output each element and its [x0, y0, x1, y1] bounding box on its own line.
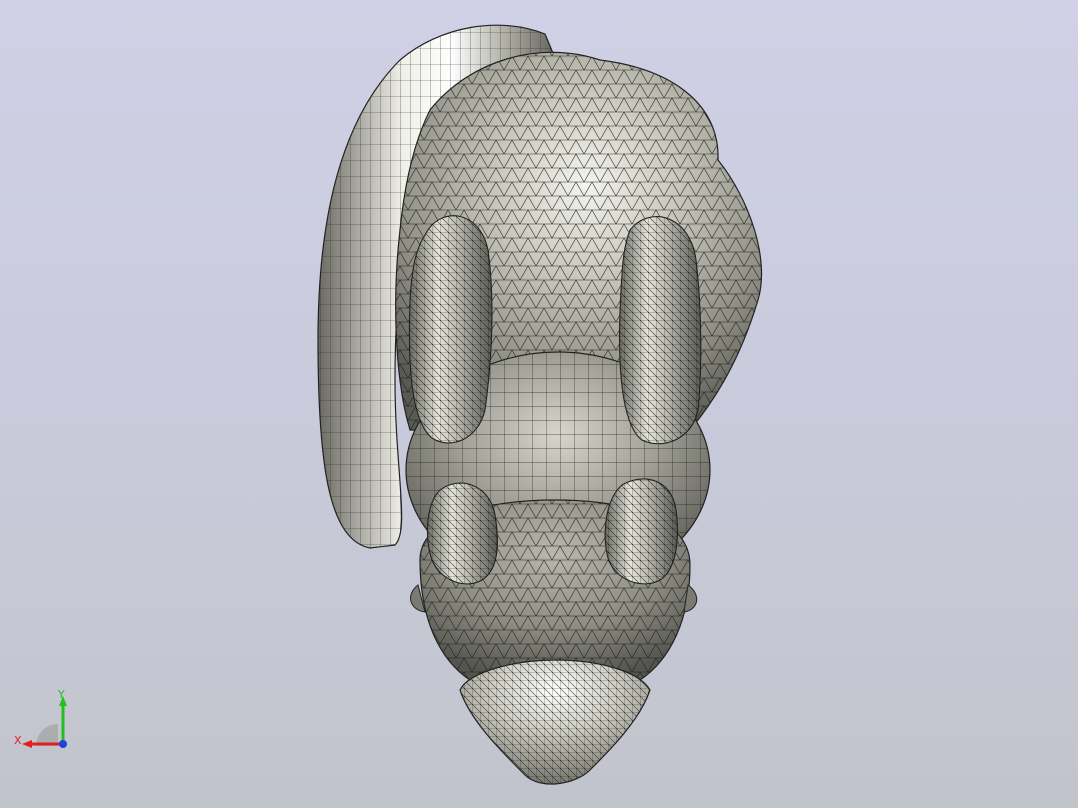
- hind-leg-left: [408, 215, 493, 444]
- 3d-viewport[interactable]: Y X: [0, 0, 1078, 808]
- axis-triad: Y X: [14, 688, 67, 748]
- x-axis-label: X: [14, 734, 22, 747]
- front-leg-right: [604, 478, 678, 585]
- hind-leg-right: [618, 216, 702, 445]
- z-axis-dot: [59, 740, 67, 748]
- front-leg-left: [426, 482, 498, 585]
- mesh-model[interactable]: [0, 0, 1078, 808]
- snout: [459, 659, 651, 785]
- x-axis-arrow: [22, 740, 32, 748]
- y-axis-label: Y: [57, 688, 65, 701]
